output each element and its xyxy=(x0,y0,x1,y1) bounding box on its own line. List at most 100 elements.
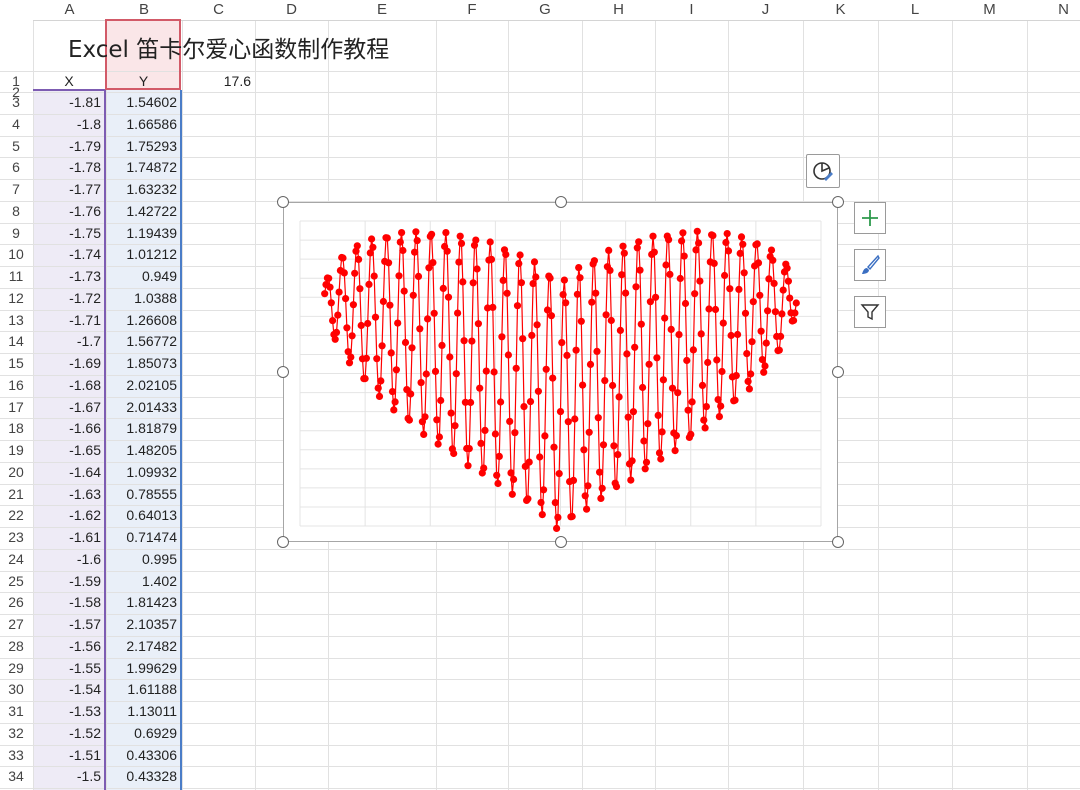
data-cell-x[interactable]: -1.75 xyxy=(33,223,105,245)
resize-handle[interactable] xyxy=(832,366,844,378)
resize-handle[interactable] xyxy=(277,536,289,548)
row-header-13[interactable]: 13 xyxy=(0,310,32,332)
data-cell-y[interactable]: 1.99629 xyxy=(106,658,181,680)
data-cell-x[interactable]: -1.55 xyxy=(33,658,105,680)
data-cell-x[interactable]: -1.65 xyxy=(33,440,105,462)
row-header-16[interactable]: 16 xyxy=(0,375,32,397)
heart-chart[interactable] xyxy=(283,202,838,542)
row-header-24[interactable]: 24 xyxy=(0,549,32,571)
column-header-l[interactable]: L xyxy=(878,0,952,21)
column-header-m[interactable]: M xyxy=(952,0,1027,21)
data-cell-y[interactable]: 1.81879 xyxy=(106,418,181,440)
data-cell-y[interactable]: 1.81423 xyxy=(106,592,181,614)
resize-handle[interactable] xyxy=(832,196,844,208)
resize-handle[interactable] xyxy=(555,196,567,208)
data-cell-y[interactable]: 1.56772 xyxy=(106,331,181,353)
row-header-33[interactable]: 33 xyxy=(0,745,32,767)
data-cell-y[interactable]: 0.78555 xyxy=(106,484,181,506)
data-cell-y[interactable]: 1.85073 xyxy=(106,353,181,375)
data-cell-x[interactable]: -1.56 xyxy=(33,636,105,658)
data-cell-x[interactable]: -1.72 xyxy=(33,288,105,310)
column-header-c[interactable]: C xyxy=(182,0,255,21)
data-cell-y[interactable]: 0.43306 xyxy=(106,745,181,767)
data-cell-y[interactable]: 1.63232 xyxy=(106,179,181,201)
cell-a2-header-x[interactable]: X xyxy=(33,71,105,91)
chart-filters-button[interactable] xyxy=(854,296,886,328)
column-header-h[interactable]: H xyxy=(582,0,655,21)
data-cell-x[interactable]: -1.62 xyxy=(33,505,105,527)
data-cell-x[interactable]: -1.58 xyxy=(33,592,105,614)
data-cell-x[interactable]: -1.61 xyxy=(33,527,105,549)
resize-handle[interactable] xyxy=(555,536,567,548)
data-cell-x[interactable]: -1.63 xyxy=(33,484,105,506)
resize-handle[interactable] xyxy=(832,536,844,548)
data-cell-y[interactable]: 1.0388 xyxy=(106,288,181,310)
row-header-4[interactable]: 4 xyxy=(0,114,32,136)
data-cell-y[interactable]: 0.64013 xyxy=(106,505,181,527)
spreadsheet[interactable]: ABCDEFGHIJKLMN 1234567891011121314151617… xyxy=(0,0,1080,790)
data-cell-x[interactable]: -1.69 xyxy=(33,353,105,375)
data-cell-y[interactable]: 1.75293 xyxy=(106,136,181,158)
column-header-j[interactable]: J xyxy=(728,0,803,21)
column-header-a[interactable]: A xyxy=(33,0,106,21)
row-header-17[interactable]: 17 xyxy=(0,397,32,419)
row-header-28[interactable]: 28 xyxy=(0,636,32,658)
data-cell-y[interactable]: 0.6929 xyxy=(106,723,181,745)
data-cell-x[interactable]: -1.5 xyxy=(33,766,105,788)
data-cell-y[interactable]: 1.66586 xyxy=(106,114,181,136)
data-cell-x[interactable]: -1.6 xyxy=(33,549,105,571)
column-header-d[interactable]: D xyxy=(255,0,328,21)
resize-handle[interactable] xyxy=(277,196,289,208)
row-header-15[interactable]: 15 xyxy=(0,353,32,375)
row-header-27[interactable]: 27 xyxy=(0,614,32,636)
row-header-31[interactable]: 31 xyxy=(0,701,32,723)
data-cell-y[interactable]: 0.949 xyxy=(106,266,181,288)
data-cell-y[interactable]: 2.01433 xyxy=(106,397,181,419)
column-header-f[interactable]: F xyxy=(436,0,508,21)
row-header-5[interactable]: 5 xyxy=(0,136,32,158)
data-cell-y[interactable]: 1.48205 xyxy=(106,440,181,462)
column-header-n[interactable]: N xyxy=(1027,0,1080,21)
row-header-22[interactable]: 22 xyxy=(0,505,32,527)
row-header-21[interactable]: 21 xyxy=(0,484,32,506)
data-cell-y[interactable]: 1.54602 xyxy=(106,92,181,114)
resize-handle[interactable] xyxy=(277,366,289,378)
row-header-12[interactable]: 12 xyxy=(0,288,32,310)
data-cell-x[interactable]: -1.52 xyxy=(33,723,105,745)
data-cell-x[interactable]: -1.67 xyxy=(33,397,105,419)
data-cell-y[interactable]: 1.13011 xyxy=(106,701,181,723)
chart-styles-button[interactable] xyxy=(854,249,886,281)
data-cell-x[interactable]: -1.54 xyxy=(33,679,105,701)
row-header-6[interactable]: 6 xyxy=(0,157,32,179)
data-cell-x[interactable]: -1.73 xyxy=(33,266,105,288)
row-header-9[interactable]: 9 xyxy=(0,223,32,245)
data-cell-x[interactable]: -1.68 xyxy=(33,375,105,397)
data-cell-y[interactable]: 2.17482 xyxy=(106,636,181,658)
data-cell-y[interactable]: 1.26608 xyxy=(106,310,181,332)
row-header-32[interactable]: 32 xyxy=(0,723,32,745)
data-cell-x[interactable]: -1.51 xyxy=(33,745,105,767)
row-header-19[interactable]: 19 xyxy=(0,440,32,462)
row-header-30[interactable]: 30 xyxy=(0,679,32,701)
data-cell-y[interactable]: 1.09932 xyxy=(106,462,181,484)
data-cell-y[interactable]: 1.19439 xyxy=(106,223,181,245)
data-cell-x[interactable]: -1.71 xyxy=(33,310,105,332)
sheet-title[interactable]: Excel 笛卡尔爱心函数制作教程 xyxy=(68,30,389,64)
row-header-14[interactable]: 14 xyxy=(0,331,32,353)
row-header-10[interactable]: 10 xyxy=(0,244,32,266)
data-cell-x[interactable]: -1.7 xyxy=(33,331,105,353)
data-cell-y[interactable]: 2.02105 xyxy=(106,375,181,397)
row-header-26[interactable]: 26 xyxy=(0,592,32,614)
row-header-23[interactable]: 23 xyxy=(0,527,32,549)
row-header-11[interactable]: 11 xyxy=(0,266,32,288)
data-cell-y[interactable]: 1.402 xyxy=(106,571,181,593)
data-cell-x[interactable]: -1.66 xyxy=(33,418,105,440)
column-header-g[interactable]: G xyxy=(508,0,582,21)
row-header-3[interactable]: 3 xyxy=(0,92,32,114)
add-chart-element-button[interactable] xyxy=(854,202,886,234)
chart-quick-layout-button[interactable] xyxy=(806,154,840,188)
data-cell-x[interactable]: -1.78 xyxy=(33,157,105,179)
data-cell-y[interactable]: 1.74872 xyxy=(106,157,181,179)
data-cell-x[interactable]: -1.76 xyxy=(33,201,105,223)
data-cell-y[interactable]: 1.61188 xyxy=(106,679,181,701)
